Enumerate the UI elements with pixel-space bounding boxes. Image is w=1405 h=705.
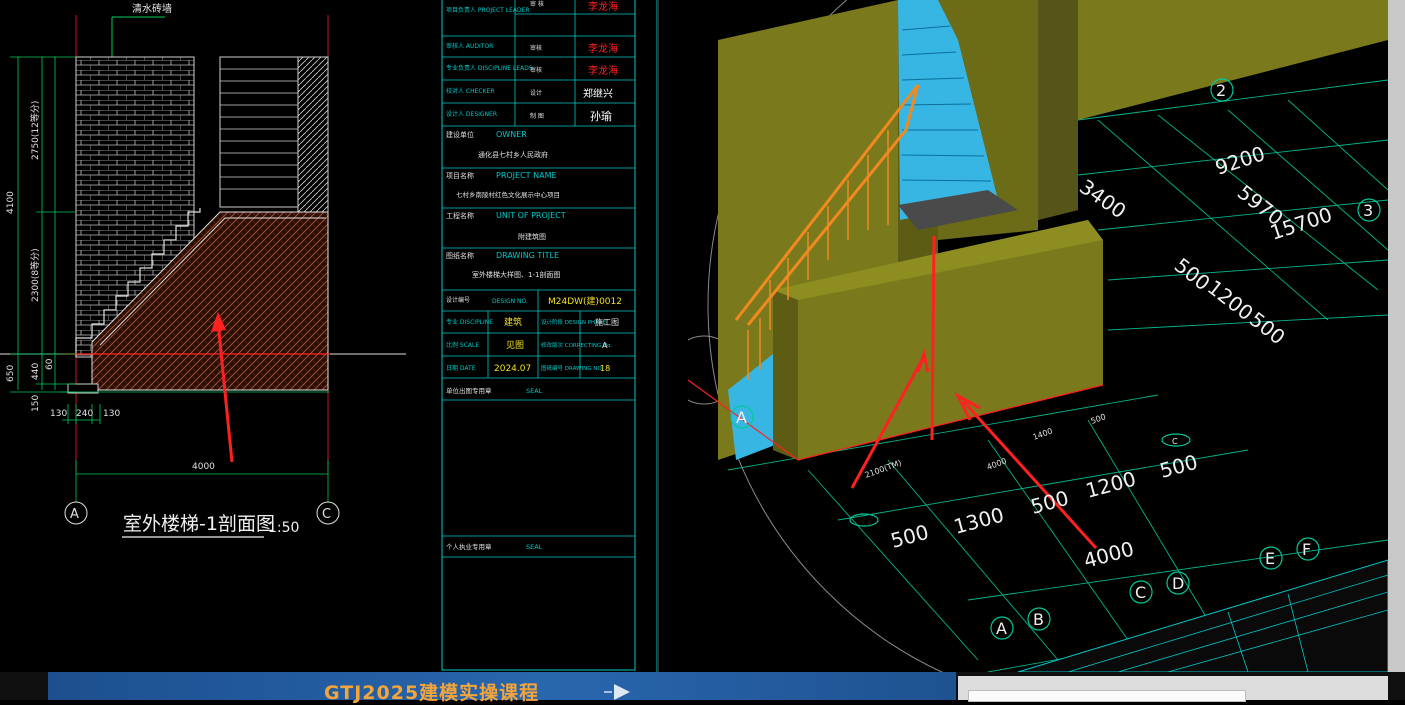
dim-3400: 3400 bbox=[1075, 174, 1130, 223]
play-icon[interactable] bbox=[600, 682, 634, 700]
tb-row4-role: 制 图 bbox=[530, 112, 544, 120]
cad-dim-left-0: 4100 bbox=[6, 191, 16, 214]
grid-C: C bbox=[1135, 583, 1146, 602]
tb-row0-sig: 李龙海 bbox=[588, 0, 618, 13]
grid-A-top: A bbox=[736, 408, 747, 427]
tb-row0-role: 审 核 bbox=[530, 0, 544, 8]
grid-B: B bbox=[1033, 610, 1044, 629]
tb-drawing-label: 图纸名称 bbox=[446, 251, 474, 260]
grid-2: 2 bbox=[1216, 81, 1226, 100]
tb-row2-label: 专业负责人 DISCIPLINE LEADS bbox=[446, 64, 533, 72]
tb-date-value: 2024.07 bbox=[494, 364, 531, 374]
dim-1200b: 1200 bbox=[1083, 466, 1138, 502]
tb-row2-sig: 李龙海 bbox=[588, 64, 618, 77]
tb-row3-sig: 郑继兴 bbox=[583, 87, 613, 100]
grid-E: E bbox=[1265, 549, 1275, 568]
tb-drawingno-label: 图纸编号 DRAWING NO. bbox=[541, 364, 603, 372]
tb-unit-en: UNIT OF PROJECT bbox=[496, 211, 566, 220]
tb-owner-label: 建设单位 bbox=[446, 130, 474, 139]
tb-unit-label: 工程名称 bbox=[446, 211, 474, 220]
dim-1400: 1400 bbox=[1032, 426, 1054, 441]
grid-A: A bbox=[996, 619, 1007, 638]
tb-row4-label: 设计人 DESIGNER bbox=[446, 110, 497, 118]
title-block: 项目负责人 PROJECT LEADER 审 核 李龙海 审核人 AUDITOR… bbox=[441, 0, 658, 672]
dim-1200a: 1200 bbox=[1203, 275, 1258, 325]
dim-500-small: 500 bbox=[1090, 412, 1107, 426]
tb-project-value: 七村乡南陵村红色文化展示中心项目 bbox=[456, 190, 560, 199]
tb-discipline-value: 建筑 bbox=[504, 316, 522, 328]
tb-date-label: 日期 DATE bbox=[446, 364, 476, 372]
tb-owner-value: 通化县七村乡人民政府 bbox=[478, 150, 548, 159]
pane-divider[interactable] bbox=[657, 0, 690, 672]
cad-section-scale: 1:50 bbox=[268, 520, 299, 536]
cad-dim-left-6: 150 bbox=[31, 395, 41, 412]
tb-drawing-en: DRAWING TITLE bbox=[496, 251, 559, 260]
cad-section-title: 室外楼梯-1剖面图 bbox=[123, 513, 275, 535]
cad-section-drawing: 清水砖墙 4100 2750(12等分) 2300(8等分) 650 440 6… bbox=[0, 0, 658, 672]
scrollbar-area[interactable] bbox=[1388, 0, 1405, 700]
grid-C-small: C bbox=[1172, 437, 1178, 446]
cad-dim-part-0: 130 bbox=[50, 409, 67, 419]
course-banner[interactable]: GTJ2025建模实操课程 bbox=[48, 672, 956, 704]
tb-row3-label: 校对人 CHECKER bbox=[446, 87, 494, 95]
tb-unit-value: 附建筑图 bbox=[518, 232, 546, 241]
tb-row1-sig: 李龙海 bbox=[588, 42, 618, 55]
tb-row0-label: 项目负责人 PROJECT LEADER bbox=[446, 6, 530, 14]
dim-500e: 500 bbox=[1157, 450, 1200, 483]
grid-D: D bbox=[1172, 574, 1184, 593]
tb-designno-value: M24DW(建)0012 bbox=[548, 295, 622, 307]
tb-drawingno-value: 18 bbox=[600, 364, 610, 373]
3d-model-canvas: 9200 5970 15700 3400 500 1200 500 500 13… bbox=[688, 0, 1388, 672]
tb-seal1-label: 单位出图专用章 bbox=[446, 386, 492, 395]
tb-scale-label: 比例 SCALE bbox=[446, 341, 479, 349]
cad-dim-bottom: 4000 bbox=[192, 462, 215, 472]
cad-grid-left: A bbox=[70, 507, 79, 522]
tb-phase-value: 施工图 bbox=[595, 317, 619, 327]
cad-grid-right: C bbox=[322, 507, 331, 522]
cad-top-label: 清水砖墙 bbox=[132, 2, 172, 15]
cad-dim-left-4: 440 bbox=[31, 363, 41, 380]
tb-drawing-value: 室外楼梯大样图、1-1剖面图 bbox=[472, 270, 560, 279]
tb-designno-label: 设计编号 bbox=[446, 296, 470, 304]
tb-seal1-en: SEAL bbox=[526, 387, 543, 395]
cad-dim-part-1: 240 bbox=[76, 409, 93, 419]
cad-dim-left-2: 2300(8等分) bbox=[29, 248, 41, 302]
side-panel-input[interactable] bbox=[968, 690, 1246, 702]
cad-dim-left-5: 60 bbox=[45, 358, 55, 370]
tb-scale-value: 见图 bbox=[506, 340, 524, 351]
dim-4000-small: 4000 bbox=[986, 456, 1008, 471]
cad-dim-left-3: 650 bbox=[6, 365, 16, 382]
dim-1300: 1300 bbox=[951, 502, 1006, 538]
course-banner-title: GTJ2025建模实操课程 bbox=[324, 682, 540, 704]
3d-model-view[interactable]: 9200 5970 15700 3400 500 1200 500 500 13… bbox=[688, 0, 1388, 672]
tb-row1-label: 审核人 AUDITOR bbox=[446, 42, 493, 50]
tb-row2-role: 审核 bbox=[530, 66, 542, 74]
tb-project-label: 项目名称 bbox=[446, 171, 474, 180]
cad-dim-part-2: 130 bbox=[103, 409, 120, 419]
tb-seal2-en: SEAL bbox=[526, 543, 543, 551]
tb-project-en: PROJECT NAME bbox=[496, 171, 557, 180]
grid-3: 3 bbox=[1363, 201, 1373, 220]
tb-designno-en: DESIGN NO. bbox=[492, 298, 528, 305]
dim-500c: 500 bbox=[888, 520, 931, 553]
tb-row1-role: 审核 bbox=[530, 44, 542, 52]
dim-2100tm: 2100(TM) bbox=[864, 458, 903, 480]
tb-discipline-label: 专业 DISCIPLINE bbox=[446, 318, 493, 326]
tb-row3-role: 设计 bbox=[530, 89, 542, 97]
tb-row4-sig: 孙瑜 bbox=[590, 109, 612, 123]
tb-correcting-value: A bbox=[602, 341, 608, 350]
tb-seal2-label: 个人执业专用章 bbox=[446, 542, 492, 551]
cad-drawing-pane[interactable]: 清水砖墙 4100 2750(12等分) 2300(8等分) 650 440 6… bbox=[0, 0, 660, 672]
dim-9200: 9200 bbox=[1212, 141, 1268, 180]
tb-owner-en: OWNER bbox=[496, 130, 527, 139]
cad-dim-left-1: 2750(12等分) bbox=[29, 101, 41, 160]
grid-F: F bbox=[1302, 540, 1311, 559]
